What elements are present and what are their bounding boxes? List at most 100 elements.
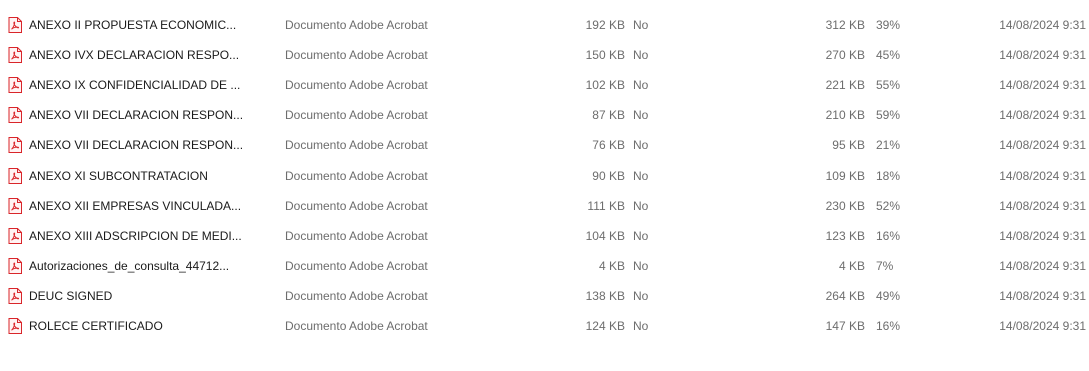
- pdf-file-icon: [8, 225, 24, 247]
- pdf-file-icon: [8, 195, 24, 217]
- password-protected: No: [633, 108, 649, 122]
- compression-ratio: 55%: [876, 78, 901, 92]
- modified-date: 14/08/2024 9:31: [999, 169, 1086, 183]
- file-row[interactable]: ANEXO XIII ADSCRIPCION DE MEDI... Docume…: [0, 225, 1089, 247]
- file-size: 90 KB: [592, 169, 625, 183]
- file-row[interactable]: ANEXO II PROPUESTA ECONOMIC... Documento…: [0, 14, 1089, 36]
- modified-date: 14/08/2024 9:31: [999, 229, 1086, 243]
- password-protected: No: [633, 138, 649, 152]
- password-protected: No: [633, 48, 649, 62]
- file-name[interactable]: ROLECE CERTIFICADO: [29, 315, 279, 337]
- pdf-file-icon: [8, 74, 24, 96]
- compression-ratio: 45%: [876, 48, 901, 62]
- modified-date: 14/08/2024 9:31: [999, 138, 1086, 152]
- file-size: 104 KB: [585, 229, 625, 243]
- file-size: 150 KB: [585, 48, 625, 62]
- file-type: Documento Adobe Acrobat: [285, 108, 428, 122]
- file-name[interactable]: ANEXO VII DECLARACION RESPON...: [29, 134, 279, 156]
- file-row[interactable]: ANEXO IVX DECLARACION RESPO... Documento…: [0, 44, 1089, 66]
- pdf-file-icon: [8, 285, 24, 307]
- file-row[interactable]: ANEXO IX CONFIDENCIALIDAD DE ... Documen…: [0, 74, 1089, 96]
- file-name[interactable]: Autorizaciones_de_consulta_44712...: [29, 255, 279, 277]
- file-name[interactable]: ANEXO XII EMPRESAS VINCULADA...: [29, 195, 279, 217]
- original-size: 312 KB: [825, 18, 865, 32]
- password-protected: No: [633, 169, 649, 183]
- file-row[interactable]: Autorizaciones_de_consulta_44712... Docu…: [0, 255, 1089, 277]
- password-protected: No: [633, 78, 649, 92]
- file-row[interactable]: ANEXO XII EMPRESAS VINCULADA... Document…: [0, 195, 1089, 217]
- file-row[interactable]: ANEXO VII DECLARACION RESPON... Document…: [0, 134, 1089, 156]
- pdf-file-icon: [8, 104, 24, 126]
- file-size: 192 KB: [585, 18, 625, 32]
- original-size: 109 KB: [825, 169, 865, 183]
- file-type: Documento Adobe Acrobat: [285, 138, 428, 152]
- file-size: 124 KB: [585, 319, 625, 333]
- file-type: Documento Adobe Acrobat: [285, 199, 428, 213]
- file-name[interactable]: ANEXO II PROPUESTA ECONOMIC...: [29, 14, 279, 36]
- file-type: Documento Adobe Acrobat: [285, 229, 428, 243]
- file-type: Documento Adobe Acrobat: [285, 259, 428, 273]
- pdf-file-icon: [8, 14, 24, 36]
- password-protected: No: [633, 319, 649, 333]
- file-type: Documento Adobe Acrobat: [285, 48, 428, 62]
- file-row[interactable]: ROLECE CERTIFICADO Documento Adobe Acrob…: [0, 315, 1089, 337]
- file-name[interactable]: ANEXO VII DECLARACION RESPON...: [29, 104, 279, 126]
- original-size: 123 KB: [825, 229, 865, 243]
- file-size: 102 KB: [585, 78, 625, 92]
- file-row[interactable]: DEUC SIGNED Documento Adobe Acrobat 138 …: [0, 285, 1089, 307]
- file-name[interactable]: DEUC SIGNED: [29, 285, 279, 307]
- compression-ratio: 39%: [876, 18, 901, 32]
- file-name[interactable]: ANEXO IVX DECLARACION RESPO...: [29, 44, 279, 66]
- file-size: 76 KB: [592, 138, 625, 152]
- file-type: Documento Adobe Acrobat: [285, 169, 428, 183]
- file-list: ANEXO II PROPUESTA ECONOMIC... Documento…: [0, 0, 1089, 371]
- compression-ratio: 16%: [876, 229, 901, 243]
- file-type: Documento Adobe Acrobat: [285, 78, 428, 92]
- file-type: Documento Adobe Acrobat: [285, 319, 428, 333]
- password-protected: No: [633, 259, 649, 273]
- file-size: 138 KB: [585, 289, 625, 303]
- pdf-file-icon: [8, 315, 24, 337]
- modified-date: 14/08/2024 9:31: [999, 108, 1086, 122]
- original-size: 147 KB: [825, 319, 865, 333]
- modified-date: 14/08/2024 9:31: [999, 78, 1086, 92]
- original-size: 4 KB: [838, 259, 865, 273]
- original-size: 270 KB: [825, 48, 865, 62]
- compression-ratio: 18%: [876, 169, 901, 183]
- modified-date: 14/08/2024 9:31: [999, 319, 1086, 333]
- original-size: 95 KB: [832, 138, 865, 152]
- original-size: 221 KB: [825, 78, 865, 92]
- original-size: 210 KB: [825, 108, 865, 122]
- pdf-file-icon: [8, 134, 24, 156]
- file-row[interactable]: ANEXO VII DECLARACION RESPON... Document…: [0, 104, 1089, 126]
- pdf-file-icon: [8, 255, 24, 277]
- password-protected: No: [633, 199, 649, 213]
- file-name[interactable]: ANEXO XIII ADSCRIPCION DE MEDI...: [29, 225, 279, 247]
- compression-ratio: 21%: [876, 138, 901, 152]
- password-protected: No: [633, 289, 649, 303]
- compression-ratio: 49%: [876, 289, 901, 303]
- original-size: 264 KB: [825, 289, 865, 303]
- modified-date: 14/08/2024 9:31: [999, 289, 1086, 303]
- file-size: 111 KB: [587, 199, 625, 213]
- compression-ratio: 16%: [876, 319, 901, 333]
- password-protected: No: [633, 18, 649, 32]
- pdf-file-icon: [8, 44, 24, 66]
- file-name[interactable]: ANEXO XI SUBCONTRATACION: [29, 165, 279, 187]
- original-size: 230 KB: [825, 199, 865, 213]
- file-row[interactable]: ANEXO XI SUBCONTRATACION Documento Adobe…: [0, 165, 1089, 187]
- file-name[interactable]: ANEXO IX CONFIDENCIALIDAD DE ...: [29, 74, 279, 96]
- modified-date: 14/08/2024 9:31: [999, 18, 1086, 32]
- modified-date: 14/08/2024 9:31: [999, 259, 1086, 273]
- compression-ratio: 7%: [876, 259, 894, 273]
- modified-date: 14/08/2024 9:31: [999, 48, 1086, 62]
- compression-ratio: 59%: [876, 108, 901, 122]
- file-size: 87 KB: [592, 108, 625, 122]
- compression-ratio: 52%: [876, 199, 901, 213]
- modified-date: 14/08/2024 9:31: [999, 199, 1086, 213]
- password-protected: No: [633, 229, 649, 243]
- file-size: 4 KB: [598, 259, 625, 273]
- pdf-file-icon: [8, 165, 24, 187]
- file-type: Documento Adobe Acrobat: [285, 18, 428, 32]
- file-type: Documento Adobe Acrobat: [285, 289, 428, 303]
